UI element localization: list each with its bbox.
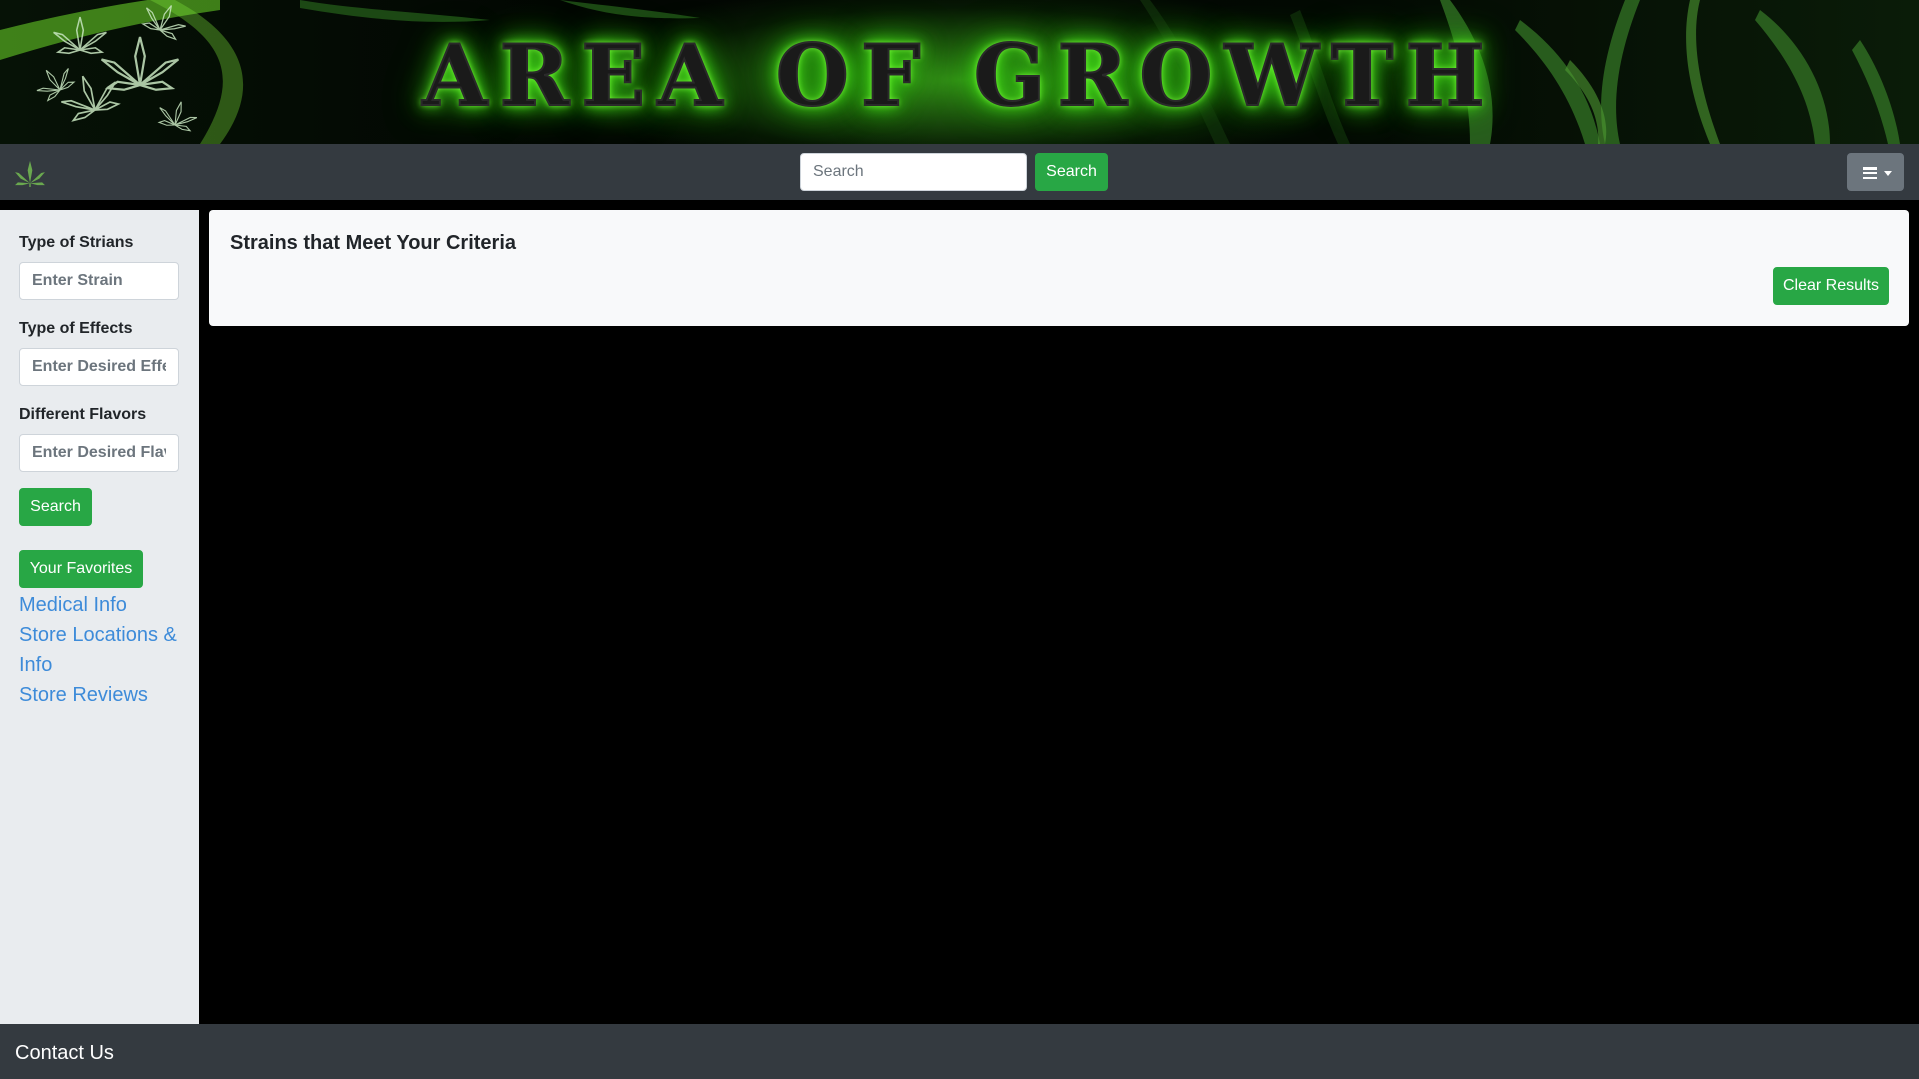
- contact-us-link[interactable]: Contact Us: [15, 1042, 114, 1065]
- navbar-search-input[interactable]: [800, 153, 1027, 191]
- strain-input[interactable]: [19, 262, 179, 300]
- sidebar-search-button[interactable]: Search: [19, 488, 92, 526]
- effects-label: Type of Effects: [19, 320, 133, 337]
- strain-label: Type of Strians: [19, 234, 134, 251]
- flavors-label: Different Flavors: [19, 406, 147, 423]
- filter-sidebar: Type of Strians Type of Effects Differen…: [0, 210, 199, 1024]
- store-locations-link[interactable]: Store Locations & Info: [19, 620, 194, 680]
- medical-info-link[interactable]: Medical Info: [19, 590, 194, 620]
- caret-down-icon: [1884, 171, 1892, 176]
- page-footer: Contact Us: [0, 1024, 1919, 1079]
- clear-results-button[interactable]: Clear Results: [1773, 267, 1889, 305]
- navbar-search-button[interactable]: Search: [1035, 153, 1108, 191]
- favorites-button[interactable]: Your Favorites: [19, 550, 143, 588]
- site-title: AREA OF GROWTH: [421, 26, 1497, 125]
- effects-input[interactable]: [19, 348, 179, 386]
- cannabis-leaf-icon[interactable]: [14, 159, 46, 187]
- store-reviews-link[interactable]: Store Reviews: [19, 680, 194, 710]
- header-banner: AREA OF GROWTH: [0, 0, 1919, 144]
- results-panel: Strains that Meet Your Criteria Clear Re…: [209, 210, 1909, 326]
- menu-toggle-button[interactable]: [1847, 153, 1904, 191]
- hamburger-menu-icon: [1863, 167, 1877, 180]
- results-title: Strains that Meet Your Criteria: [230, 232, 516, 254]
- flavors-input[interactable]: [19, 434, 179, 472]
- top-navbar: Search: [0, 144, 1919, 200]
